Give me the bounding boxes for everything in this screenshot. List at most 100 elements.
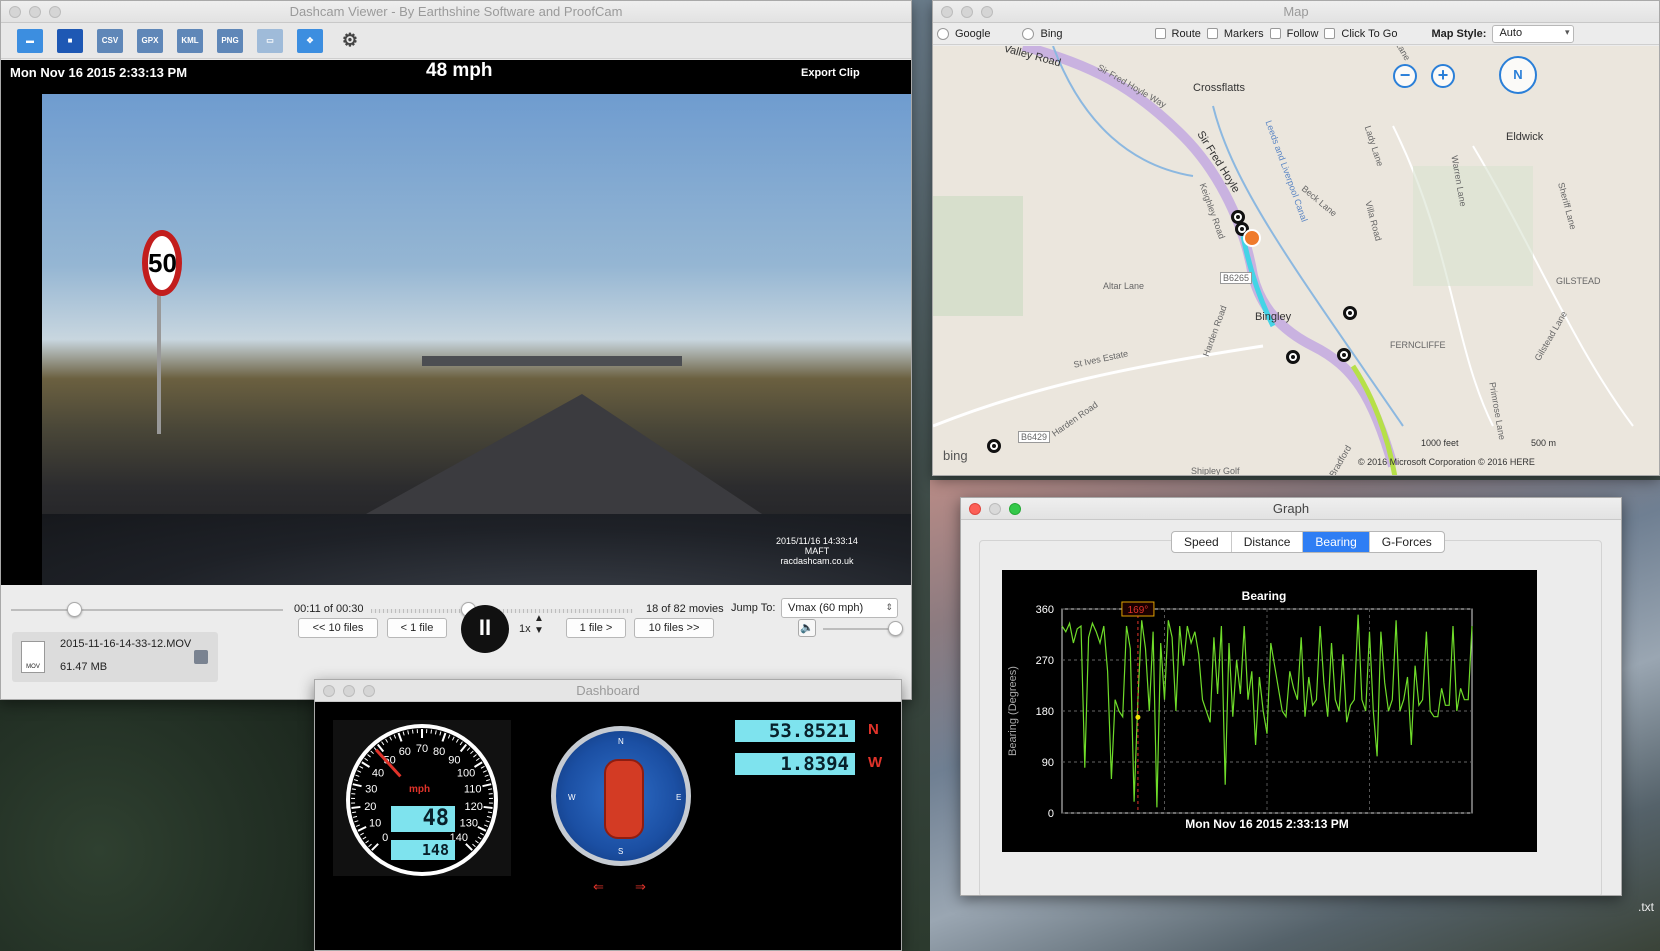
bing-radio[interactable] bbox=[1022, 27, 1035, 40]
map-compass-button[interactable]: N bbox=[1499, 56, 1537, 94]
video-datetime: Mon Nov 16 2015 2:33:13 PM bbox=[10, 65, 188, 80]
place-gilstead: GILSTEAD bbox=[1556, 276, 1601, 286]
gpx-export-icon[interactable]: GPX bbox=[137, 28, 163, 53]
dashcam-viewer-window: Dashcam Viewer - By Earthshine Software … bbox=[0, 0, 912, 700]
chart-cursor-label: 169° bbox=[1128, 605, 1149, 616]
video-frame[interactable]: 50 bbox=[42, 94, 911, 585]
map-close-button[interactable] bbox=[941, 6, 953, 18]
bearing-chart-svg[interactable]: Bearing Bearing (Degrees) 0 90 180 270 360 169°… bbox=[1002, 570, 1537, 852]
footbridge-shape bbox=[422, 356, 682, 366]
route-marker[interactable] bbox=[1337, 348, 1351, 362]
map-style-select[interactable]: Auto ▾ bbox=[1492, 24, 1575, 43]
gauge-tick bbox=[430, 729, 433, 734]
place-bingley: Bingley bbox=[1255, 311, 1292, 323]
gauge-tick bbox=[352, 811, 357, 814]
kml-export-icon[interactable]: KML bbox=[177, 28, 203, 53]
position-slider-track[interactable] bbox=[11, 609, 283, 611]
graph-zoom-button[interactable] bbox=[1009, 503, 1021, 515]
gauge-tick-label: 30 bbox=[365, 783, 377, 795]
place-ferncliffe: FERNCLIFFE bbox=[1390, 340, 1446, 350]
route-marker[interactable] bbox=[1343, 306, 1357, 320]
map-window: Map Google Bing Route Markers Follow Cli… bbox=[932, 0, 1660, 476]
compass-w: W bbox=[568, 793, 576, 802]
window-icon[interactable]: ■ bbox=[57, 28, 83, 53]
google-radio[interactable] bbox=[937, 27, 949, 40]
graph-window-title: Graph bbox=[1272, 501, 1310, 516]
save-icon[interactable] bbox=[194, 650, 208, 664]
zoom-in-button[interactable]: + bbox=[1431, 64, 1455, 88]
markers-label: Markers bbox=[1223, 27, 1264, 40]
graph-close-button[interactable] bbox=[969, 503, 981, 515]
chart-y-tick-label: 0 bbox=[1048, 808, 1054, 820]
right-turn-indicator-icon: ⇒ bbox=[635, 879, 646, 894]
layout-icon[interactable]: ▭ bbox=[257, 28, 283, 53]
dashboard-window: Dashboard 0 10 20 30 40 50 60 70 80 90 100 110 120 13… bbox=[314, 679, 902, 951]
tab-g-forces[interactable]: G-Forces bbox=[1370, 532, 1444, 552]
follow-checkbox[interactable] bbox=[1269, 28, 1281, 39]
scale-feet: 1000 feet bbox=[1421, 438, 1459, 448]
bearing-chart[interactable]: Bearing Bearing (Degrees) 0 90 180 270 360 169°… bbox=[1002, 570, 1537, 852]
map-window-title: Map bbox=[1283, 4, 1309, 19]
map-zoom-button[interactable] bbox=[981, 6, 993, 18]
chart-y-tick-label: 90 bbox=[1042, 757, 1054, 769]
gauge-tick-label: 10 bbox=[369, 818, 381, 830]
close-window-button[interactable] bbox=[9, 6, 21, 18]
main-titlebar[interactable]: Dashcam Viewer - By Earthshine Software … bbox=[1, 1, 911, 23]
main-window-title: Dashcam Viewer - By Earthshine Software … bbox=[289, 4, 623, 19]
markers-checkbox[interactable] bbox=[1206, 28, 1218, 39]
compass: N S E W bbox=[551, 726, 691, 866]
dashboard-minimize-button[interactable] bbox=[343, 685, 355, 697]
gauge-tick-label: 60 bbox=[399, 746, 411, 758]
volume-icon[interactable]: 🔈 bbox=[798, 619, 816, 637]
csv-export-icon[interactable]: CSV bbox=[97, 28, 123, 53]
map-titlebar[interactable]: Map bbox=[933, 1, 1659, 23]
dashboard-close-button[interactable] bbox=[323, 685, 335, 697]
click-to-go-checkbox[interactable] bbox=[1324, 28, 1336, 39]
route-marker[interactable] bbox=[987, 439, 1001, 453]
main-toolbar: ▬ ■ CSV GPX KML PNG ▭ ✥ ⚙ bbox=[1, 23, 911, 59]
dashboard-zoom-button[interactable] bbox=[363, 685, 375, 697]
map-minimize-button[interactable] bbox=[961, 6, 973, 18]
settings-icon[interactable]: ⚙ bbox=[337, 29, 363, 53]
gauge-tick-label: 90 bbox=[448, 754, 460, 766]
chart-x-label: Mon Nov 16 2015 2:33:13 PM bbox=[1185, 817, 1348, 831]
movie-count: 18 of 82 movies bbox=[646, 603, 724, 615]
next-1-file-button[interactable]: 1 file > bbox=[566, 618, 626, 638]
pause-button[interactable]: II bbox=[461, 605, 509, 653]
tab-distance[interactable]: Distance bbox=[1232, 532, 1304, 552]
graph-minimize-button[interactable] bbox=[989, 503, 1001, 515]
export-clip-button[interactable]: Export Clip bbox=[801, 67, 860, 79]
jump-to-select[interactable]: Vmax (60 mph) ⇕ bbox=[781, 598, 898, 618]
map-style-label: Map Style: bbox=[1431, 27, 1487, 40]
volume-slider-track[interactable] bbox=[823, 628, 895, 630]
speed-unit: mph bbox=[409, 784, 431, 795]
gauge-tick-label: 120 bbox=[464, 801, 482, 813]
png-export-icon[interactable]: PNG bbox=[217, 28, 243, 53]
map-canvas[interactable]: Crossflatts Eldwick Bingley GILSTEAD FER… bbox=[933, 46, 1659, 475]
open-icon[interactable]: ▬ bbox=[17, 28, 43, 53]
prev-10-files-button[interactable]: << 10 files bbox=[298, 618, 378, 638]
fullscreen-icon[interactable]: ✥ bbox=[297, 28, 323, 53]
minimize-window-button[interactable] bbox=[29, 6, 41, 18]
graph-titlebar[interactable]: Graph bbox=[961, 498, 1621, 520]
current-position-marker[interactable] bbox=[1243, 229, 1261, 247]
map-roads bbox=[933, 46, 1634, 475]
tab-speed[interactable]: Speed bbox=[1172, 532, 1232, 552]
zoom-out-button[interactable]: − bbox=[1393, 64, 1417, 88]
latitude-dir: N bbox=[868, 721, 879, 738]
playback-rate: 1x bbox=[519, 623, 531, 635]
volume-slider-knob[interactable] bbox=[888, 621, 903, 636]
zoom-window-button[interactable] bbox=[49, 6, 61, 18]
video-area[interactable]: Mon Nov 16 2015 2:33:13 PM 48 mph Export… bbox=[1, 60, 911, 585]
next-10-files-button[interactable]: 10 files >> bbox=[634, 618, 714, 638]
desktop-file-label[interactable]: .txt bbox=[1638, 900, 1654, 914]
position-slider-knob[interactable] bbox=[66, 602, 82, 617]
select-arrows-icon: ⇕ bbox=[885, 602, 893, 612]
compass-n: N bbox=[618, 737, 624, 746]
prev-1-file-button[interactable]: < 1 file bbox=[387, 618, 447, 638]
tab-bearing[interactable]: Bearing bbox=[1303, 532, 1370, 552]
dashboard-titlebar[interactable]: Dashboard bbox=[315, 680, 901, 702]
route-marker[interactable] bbox=[1286, 350, 1300, 364]
rate-stepper-icon[interactable]: ▲ ▼ bbox=[534, 613, 544, 637]
route-checkbox[interactable] bbox=[1154, 28, 1166, 39]
